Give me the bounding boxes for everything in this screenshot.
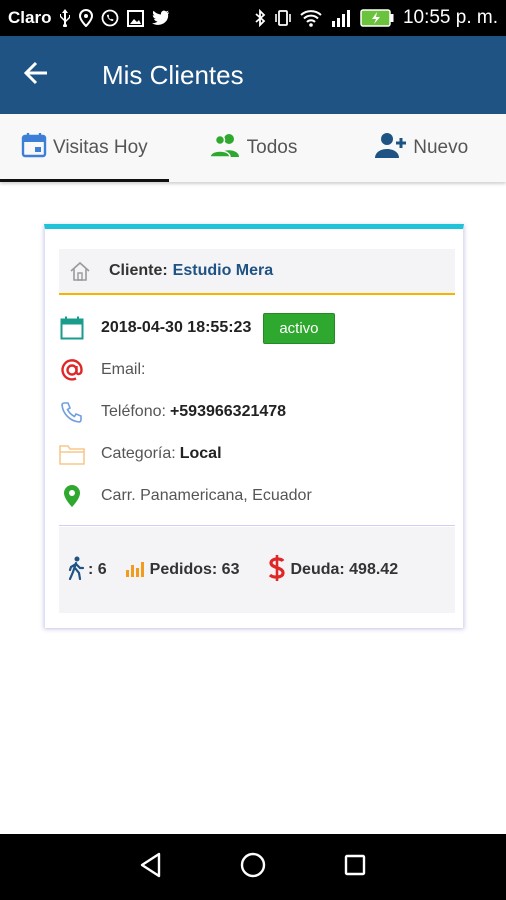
visit-date: 2018-04-30 18:55:23: [101, 319, 252, 336]
phone-icon: [59, 401, 85, 423]
walking-person-icon: [67, 556, 85, 585]
arrow-left-icon: [23, 61, 49, 90]
page-title: Mis Clientes: [102, 59, 244, 90]
nav-back-button[interactable]: [121, 842, 181, 892]
usb-icon: [59, 9, 71, 27]
app-bar: Mis Clientes: [0, 36, 506, 114]
bluetooth-icon: [254, 9, 266, 27]
nav-home-button[interactable]: [223, 842, 283, 892]
category-row: Categoría: Local: [59, 436, 455, 472]
debt-stat: Deuda: 498.42: [267, 554, 398, 587]
circle-home-icon: [239, 851, 267, 884]
system-nav-bar: [0, 834, 506, 900]
date-row: 2018-04-30 18:55:23 activo: [59, 310, 455, 346]
home-icon: [67, 261, 93, 281]
tab-label: Todos: [246, 137, 298, 158]
client-header: Cliente: Estudio Mera: [59, 249, 455, 295]
nav-recents-button[interactable]: [325, 842, 385, 892]
at-sign-icon: [59, 358, 85, 382]
back-button[interactable]: [0, 36, 72, 114]
status-badge: activo: [263, 312, 335, 344]
square-recents-icon: [343, 853, 367, 882]
visits-count: : 6: [88, 561, 107, 578]
wifi-icon: [300, 9, 322, 27]
client-label: Cliente:: [109, 262, 168, 279]
debt-amount: Deuda: 498.42: [290, 561, 399, 578]
vibrate-icon: [275, 9, 291, 27]
battery-icon: [360, 9, 394, 27]
orders-stat: Pedidos: 63: [125, 558, 240, 583]
tab-nuevo[interactable]: Nuevo: [337, 114, 506, 182]
carrier-name: Claro: [8, 8, 52, 27]
gallery-icon: [127, 9, 145, 27]
address-text: Carr. Panamericana, Ecuador: [101, 487, 312, 504]
tab-visitas-hoy[interactable]: Visitas Hoy: [0, 114, 169, 182]
users-icon: [208, 132, 241, 164]
dollar-icon: [267, 554, 287, 587]
triangle-back-icon: [139, 852, 163, 883]
visits-stat: : 6: [67, 556, 107, 585]
tab-bar: Visitas Hoy Todos Nuevo: [0, 114, 506, 182]
whatsapp-icon: [101, 9, 119, 27]
status-bar: Claro 10:55 p. m.: [0, 0, 506, 36]
location-pin-icon: [59, 484, 85, 508]
phone-row: Teléfono: +593966321478: [59, 394, 455, 430]
status-clock: 10:55 p. m.: [402, 7, 498, 28]
email-label: Email:: [101, 361, 146, 378]
folder-icon: [59, 443, 85, 465]
orders-count: Pedidos: 63: [149, 561, 240, 578]
client-name: Estudio Mera: [172, 262, 274, 279]
phone-label: Teléfono:: [101, 403, 166, 420]
location-icon: [79, 9, 94, 27]
calendar-icon: [59, 316, 85, 340]
client-card[interactable]: Cliente: Estudio Mera 2018-04-30 18:55:2…: [44, 224, 464, 628]
tab-label: Nuevo: [413, 137, 469, 158]
twitter-icon: [152, 10, 170, 26]
add-user-icon: [375, 132, 407, 164]
category-value: Local: [179, 445, 222, 462]
address-row: Carr. Panamericana, Ecuador: [59, 478, 455, 514]
signal-icon: [331, 9, 351, 27]
email-row: Email:: [59, 352, 455, 388]
category-label: Categoría:: [101, 445, 176, 462]
tab-todos[interactable]: Todos: [169, 114, 338, 182]
bar-chart-icon: [125, 558, 147, 583]
phone-value: +593966321478: [169, 403, 287, 420]
stats-bar: : 6 Pedidos: 63 Deuda: 498.42: [59, 527, 455, 613]
divider: [59, 525, 455, 526]
calendar-icon: [21, 132, 47, 164]
tab-label: Visitas Hoy: [52, 137, 148, 158]
